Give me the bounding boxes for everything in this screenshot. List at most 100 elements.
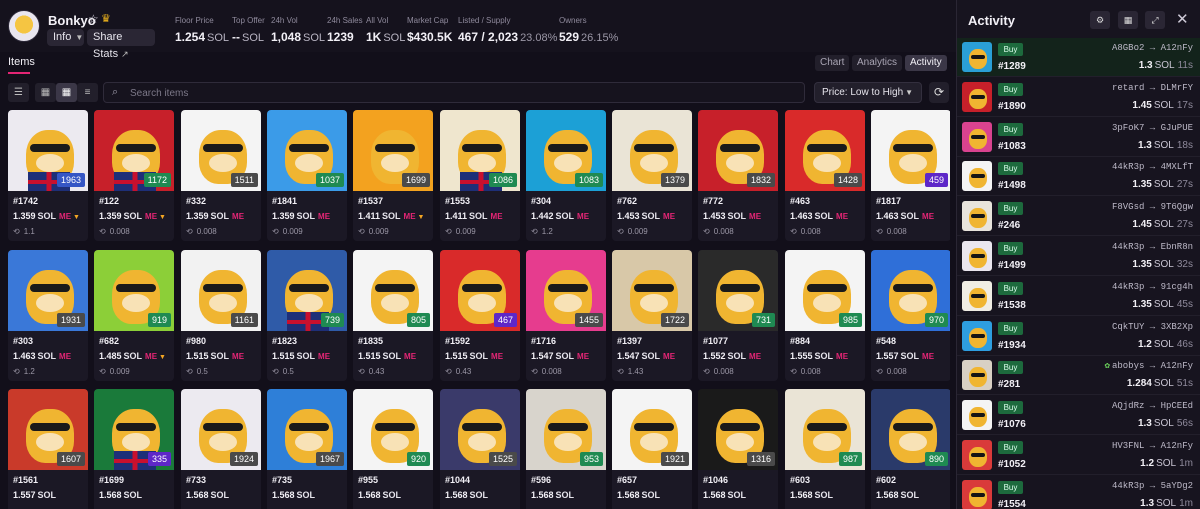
buy-badge: Buy — [998, 401, 1023, 415]
activity-row[interactable]: Buy #1538 44kR3p → 91cg4h 1.35 SOL 45s — [957, 277, 1200, 316]
grid-small-icon[interactable]: ▦ — [56, 83, 77, 102]
activity-row[interactable]: Buy #281 ✿ abobys → A12nFy 1.284 SOL 51s — [957, 356, 1200, 396]
stat-value: 1K SOL — [366, 30, 406, 44]
activity-nft-id: #1083 — [998, 140, 1026, 152]
buy-badge: Buy — [998, 82, 1023, 96]
nft-card[interactable]: 1525 #1044 1.568 SOL — [440, 389, 520, 509]
tab-items[interactable]: Items — [8, 56, 35, 68]
expand-icon[interactable]: ⤢ — [1145, 11, 1165, 29]
nft-image: 1525 — [440, 389, 520, 470]
nft-card[interactable]: 1086 #1553 1.411 SOL ME ⟲ 0.009 — [440, 110, 520, 241]
activity-row[interactable]: Buy #1890 retard → DLMrFY 1.45 SOL 17s — [957, 78, 1200, 117]
chart-view-button[interactable]: Chart — [815, 55, 850, 71]
sort-dropdown[interactable]: Price: Low to High ▼ — [814, 82, 922, 103]
rarity-rank-badge: 459 — [924, 173, 948, 187]
nft-card[interactable]: 1379 #762 1.453 SOL ME ⟲ 0.009 — [612, 110, 692, 241]
last-sale-icon: ⟲ — [13, 227, 20, 236]
nft-card[interactable]: 987 #603 1.568 SOL — [785, 389, 865, 509]
activity-row[interactable]: Buy #1289 A8GBo2 → A12nFy 1.3 SOL 11s — [957, 38, 1200, 77]
nft-image: 1379 — [612, 110, 692, 191]
search-input[interactable] — [130, 86, 730, 100]
nft-card[interactable]: 1921 #657 1.568 SOL — [612, 389, 692, 509]
nft-card[interactable]: 1722 #1397 1.547 SOL ME ⟲ 1.43 — [612, 250, 692, 381]
stat-label: Top Offer — [232, 16, 265, 25]
grid-large-icon[interactable]: ▦ — [35, 83, 56, 102]
trade-parties: 44kR3p → 5aYDg2 — [1111, 480, 1193, 491]
tensor-icon: ▼ — [159, 354, 166, 361]
share-stats-button[interactable]: Share Stats ↗ — [87, 29, 155, 60]
nft-card[interactable]: 1607 #1561 1.557 SOL — [8, 389, 88, 509]
nft-card[interactable]: 467 #1592 1.515 SOL ME ⟲ 0.43 — [440, 250, 520, 381]
grid-icon[interactable]: ▦ — [1118, 11, 1138, 29]
activity-view-button[interactable]: Activity — [905, 55, 947, 71]
stat-value: 467 / 2,023 23.08% — [458, 30, 558, 44]
last-sale: ⟲ 0.009 — [617, 227, 648, 236]
buy-badge: Buy — [998, 122, 1023, 136]
activity-row[interactable]: Buy #1083 3pFoK7 → GJuPUE 1.3 SOL 18s — [957, 118, 1200, 157]
nft-card[interactable]: 970 #548 1.557 SOL ME ⟲ 0.008 — [871, 250, 950, 381]
collection-avatar — [8, 10, 40, 42]
tab-active-indicator — [8, 72, 30, 74]
nft-card[interactable]: 805 #1835 1.515 SOL ME ⟲ 0.43 — [353, 250, 433, 381]
nft-image: 985 — [785, 250, 865, 331]
star-icon[interactable]: ☆ — [88, 12, 99, 26]
activity-nft-id: #1538 — [998, 299, 1026, 311]
nft-price: 1.463 SOL ME — [876, 211, 935, 221]
info-dropdown[interactable]: Info ▼ — [47, 29, 84, 46]
nft-card[interactable]: 1963 #1742 1.359 SOL ME ▼ ⟲ 1.1 — [8, 110, 88, 241]
refresh-icon[interactable]: ⟳ — [929, 82, 949, 103]
nft-card[interactable]: 459 #1817 1.463 SOL ME ⟲ 0.008 — [871, 110, 950, 241]
activity-row[interactable]: Buy #1076 AQjdRz → HpCEEd 1.3 SOL 56s — [957, 396, 1200, 436]
rarity-rank-badge: 953 — [579, 452, 603, 466]
nft-card[interactable]: 739 #1823 1.515 SOL ME ⟲ 0.5 — [267, 250, 347, 381]
activity-row[interactable]: Buy #1499 44kR3p → EbnR8n 1.35 SOL 32s — [957, 237, 1200, 276]
activity-row[interactable]: Buy #246 F8VGsd → 9T6Qgw 1.45 SOL 27s — [957, 197, 1200, 237]
nft-card[interactable]: 1832 #772 1.453 SOL ME ⟲ 0.008 — [698, 110, 778, 241]
nft-card[interactable]: 335 #1699 1.568 SOL — [94, 389, 174, 509]
nft-card[interactable]: 1037 #1841 1.359 SOL ME ⟲ 0.009 — [267, 110, 347, 241]
nft-card[interactable]: 920 #955 1.568 SOL — [353, 389, 433, 509]
nft-card[interactable]: 1161 #980 1.515 SOL ME ⟲ 0.5 — [181, 250, 261, 381]
nft-card[interactable]: 731 #1077 1.552 SOL ME ⟲ 0.008 — [698, 250, 778, 381]
last-sale: ⟲ 0.009 — [272, 227, 303, 236]
nft-card[interactable]: 1699 #1537 1.411 SOL ME ▼ ⟲ 0.009 — [353, 110, 433, 241]
external-link-icon: ↗ — [121, 49, 129, 59]
nft-card[interactable]: 1428 #463 1.463 SOL ME ⟲ 0.008 — [785, 110, 865, 241]
activity-nft-thumbnail — [962, 121, 992, 152]
nft-card[interactable]: 1172 #122 1.359 SOL ME ▼ ⟲ 0.008 — [94, 110, 174, 241]
nft-card[interactable]: 890 #602 1.568 SOL — [871, 389, 950, 509]
trade-parties: CqkTUY → 3XB2Xp — [1111, 321, 1193, 332]
last-sale-icon: ⟲ — [703, 227, 710, 236]
activity-row[interactable]: Buy #1052 HV3FNL → A12nFy 1.2 SOL 1m — [957, 436, 1200, 475]
rarity-rank-badge: 1428 — [833, 173, 862, 187]
activity-row[interactable]: Buy #1554 44kR3p → 5aYDg2 1.3 SOL 1m — [957, 476, 1200, 509]
nft-card[interactable]: 1924 #733 1.568 SOL — [181, 389, 261, 509]
nft-card[interactable]: 1511 #332 1.359 SOL ME ⟲ 0.008 — [181, 110, 261, 241]
activity-price: 1.3 SOL 11s — [1138, 60, 1193, 71]
arrow-right-icon: → — [1144, 480, 1161, 491]
filter-settings-icon[interactable]: ⚙ — [1090, 11, 1110, 29]
activity-panel: Activity ⚙ ▦ ⤢ ✕ Buy #1289 A8GBo2 → A12nFy… — [956, 0, 1200, 509]
nft-card[interactable]: 1316 #1046 1.568 SOL — [698, 389, 778, 509]
rarity-rank-badge: 970 — [924, 313, 948, 327]
nft-card[interactable]: 1083 #304 1.442 SOL ME ⟲ 1.2 — [526, 110, 606, 241]
nft-price: 1.568 SOL — [703, 490, 747, 500]
activity-row[interactable]: Buy #1934 CqkTUY → 3XB2Xp 1.2 SOL 46s — [957, 317, 1200, 356]
activity-nft-id: #1554 — [998, 498, 1026, 509]
nft-card[interactable]: 1931 #303 1.463 SOL ME ⟲ 1.2 — [8, 250, 88, 381]
list-view-icon[interactable]: ≡ — [77, 83, 98, 102]
close-icon[interactable]: ✕ — [1176, 10, 1189, 28]
magic-eden-icon: ME — [232, 352, 245, 361]
nft-card[interactable]: 919 #682 1.485 SOL ME ▼ ⟲ 0.009 — [94, 250, 174, 381]
filter-icon[interactable]: ☰ — [8, 83, 29, 102]
nft-card[interactable]: 1455 #1716 1.547 SOL ME ⟲ 0.008 — [526, 250, 606, 381]
magic-eden-icon: ME — [836, 352, 849, 361]
nft-card[interactable]: 985 #884 1.555 SOL ME ⟲ 0.008 — [785, 250, 865, 381]
nft-card[interactable]: 953 #596 1.568 SOL — [526, 389, 606, 509]
share-stats-label: Share Stats — [93, 31, 123, 60]
nft-card[interactable]: 1967 #735 1.568 SOL — [267, 389, 347, 509]
activity-nft-id: #1890 — [998, 100, 1026, 112]
analytics-view-button[interactable]: Analytics — [852, 55, 903, 71]
activity-row[interactable]: Buy #1498 44kR3p → 4MXLfT 1.35 SOL 27s — [957, 157, 1200, 197]
last-sale: ⟲ 0.009 — [445, 227, 476, 236]
